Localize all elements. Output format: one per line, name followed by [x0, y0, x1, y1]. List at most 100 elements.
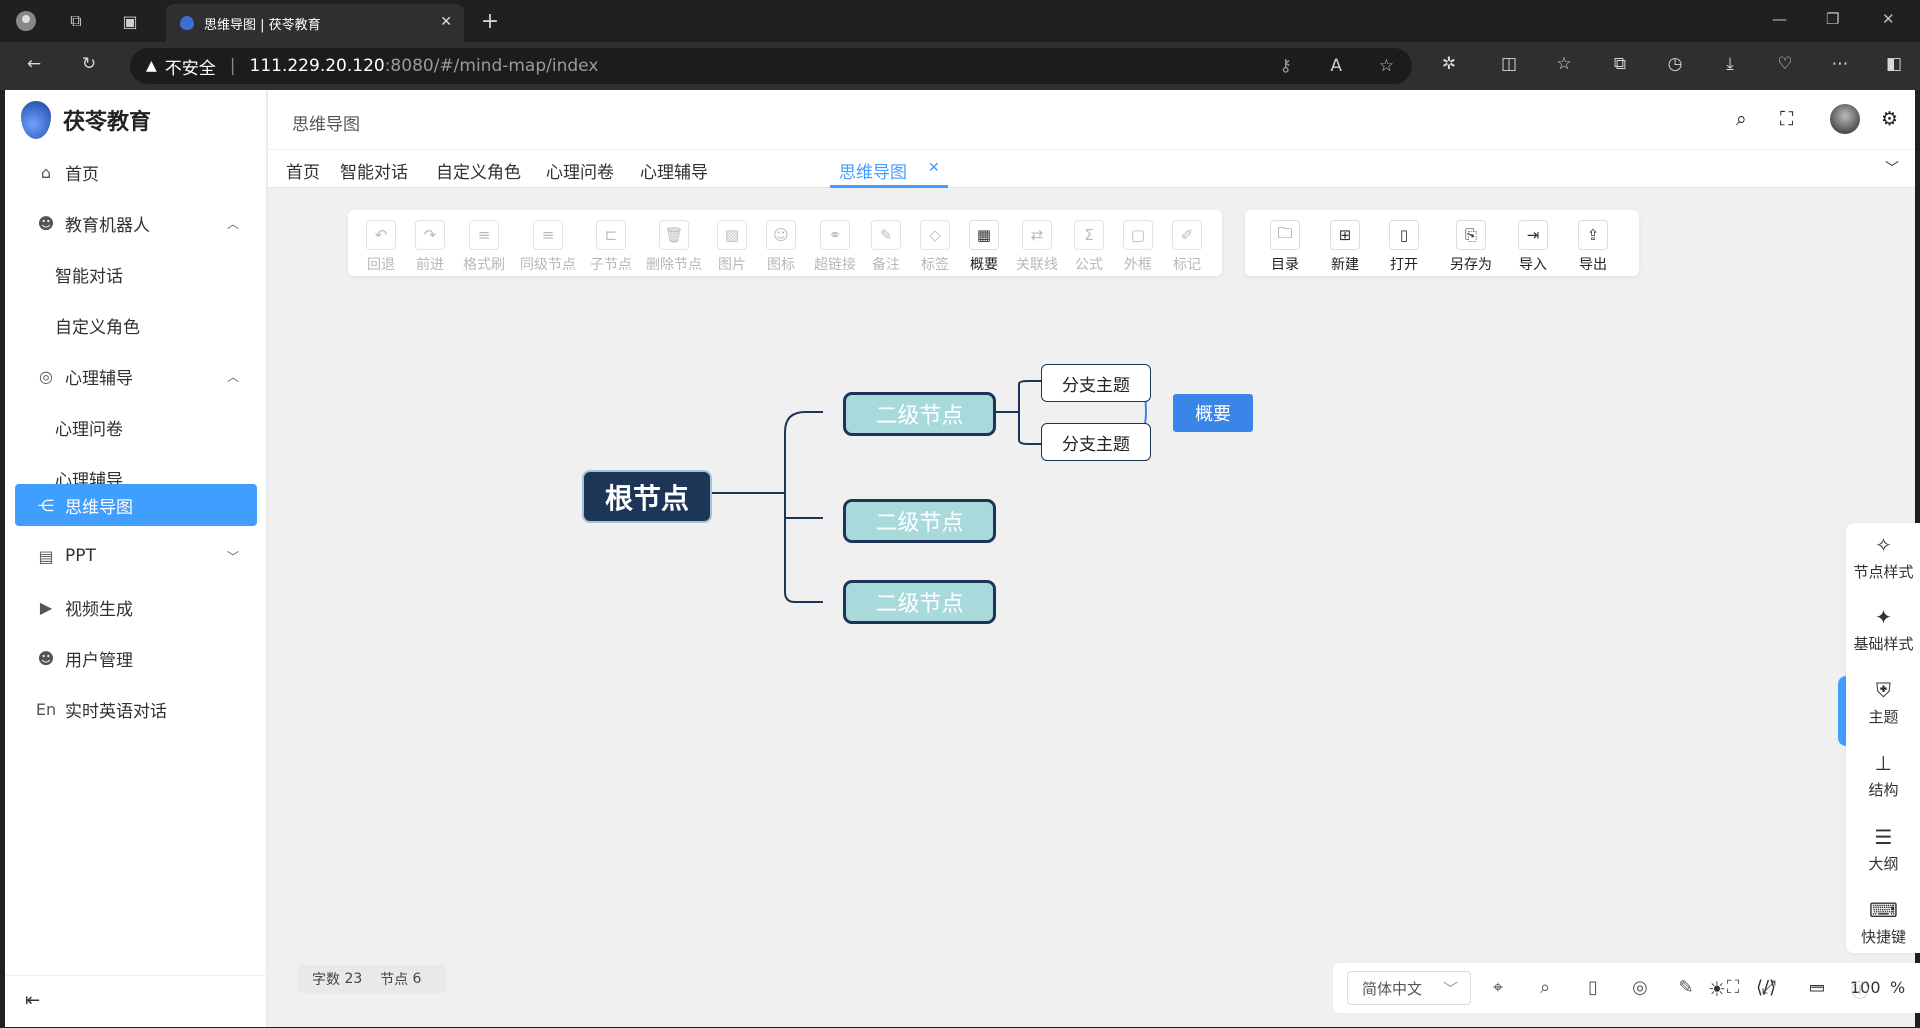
- tag-counseling[interactable]: 心理辅导: [640, 158, 708, 183]
- not-secure-label: 不安全: [164, 58, 216, 79]
- search-node-icon[interactable]: ⌕: [1533, 977, 1557, 998]
- language-value: 简体中文: [1362, 979, 1423, 998]
- tag-mindmap[interactable]: 思维导图: [839, 158, 907, 183]
- magic-wand-icon: ✦: [1875, 605, 1892, 629]
- theme-sun-icon[interactable]: ☀: [1705, 977, 1729, 1001]
- browser-essentials-icon[interactable]: ♡: [1773, 54, 1797, 74]
- browser-tab-active[interactable]: 思维导图 | 茯苓教育 ✕: [166, 4, 464, 42]
- close-tab-icon[interactable]: ✕: [440, 14, 452, 30]
- sidebar-item-ppt[interactable]: ▤ PPT ﹀: [15, 531, 257, 581]
- word-count-label: 字数: [312, 972, 340, 988]
- node-style-button[interactable]: ✧ 节点样式: [1846, 533, 1920, 582]
- structure-button[interactable]: ⊥ 结构: [1846, 751, 1920, 800]
- sidebar-item-custom-role[interactable]: 自定义角色: [15, 300, 257, 350]
- warning-icon: ▲: [146, 58, 157, 74]
- share-icon: ⋲: [38, 495, 54, 515]
- node-count-label: 节点: [380, 972, 409, 988]
- right-panel-tab[interactable]: [1838, 676, 1846, 746]
- outline-icon: ☰: [1874, 825, 1893, 849]
- presentation-icon[interactable]: ▭: [1805, 977, 1829, 998]
- bottom-toolbar: 简体中文﹀ ⌖ ⌕ ▯ ◎ ✎ ⛶ ⤢ − 100 % +: [1333, 963, 1920, 1013]
- sidebar-item-label: 心理辅导: [65, 368, 133, 389]
- browser-tab-bar: ⧉ ▣ 思维导图 | 茯苓教育 ✕ + — ❐ ✕: [0, 0, 1920, 42]
- outline-button[interactable]: ☰ 大纲: [1846, 825, 1920, 874]
- minimize-icon[interactable]: —: [1772, 10, 1787, 28]
- tags-view: 首页 智能对话 自定义角色 心理问卷 心理辅导 思维导图 ✕ ﹀: [268, 150, 1915, 188]
- sidebar-item-label: PPT: [65, 546, 96, 566]
- url-field[interactable]: ▲ 不安全 | 111.229.20.120 :8080/#/mind-map/…: [130, 48, 1412, 84]
- level2-node[interactable]: 二级节点: [843, 499, 996, 543]
- collections-icon[interactable]: ⧉: [64, 9, 88, 33]
- settings-gear-icon[interactable]: ⚙: [1881, 108, 1898, 130]
- source-code-icon[interactable]: ⟨/⟩: [1754, 977, 1778, 998]
- sidebar-item-robot[interactable]: ☻ 教育机器人 ︿: [15, 198, 257, 248]
- sidebar-item-video[interactable]: ▶ 视频生成: [15, 582, 257, 632]
- avatar[interactable]: [1830, 104, 1860, 134]
- downloads-icon[interactable]: ⤓: [1718, 54, 1742, 74]
- back-icon[interactable]: ←: [22, 54, 46, 74]
- app-root: 茯苓教育 ⌂ 首页 ☻ 教育机器人 ︿ 智能对话 自定义角色 ◎ 心理辅导 ︿ 心理问卷 …: [5, 90, 1920, 1027]
- sidebar-item-home[interactable]: ⌂ 首页: [15, 147, 257, 197]
- sidebar-item-label: 用户管理: [65, 650, 133, 671]
- search-icon[interactable]: ⌕: [1736, 108, 1747, 130]
- mindmap-canvas[interactable]: ↶ 回退 ↷ 前进 ≡ 格式刷 ≡ 同级节点 ⊏ 子节点 🗑 删除节点 ▨ 图片 ☺ 图标 ⚭ 超…: [268, 188, 1920, 1027]
- more-menu-icon[interactable]: ⋯: [1828, 54, 1852, 74]
- logo-drop-icon: [21, 101, 51, 139]
- theme-button[interactable]: ⛨ 主题: [1846, 678, 1920, 727]
- url-host: 111.229.20.120: [249, 56, 385, 76]
- mindmap-connectors: [712, 364, 1147, 603]
- tag-home[interactable]: 首页: [286, 158, 320, 183]
- language-select[interactable]: 简体中文 ﹀: [1347, 971, 1471, 1005]
- logo[interactable]: 茯苓教育: [21, 100, 151, 140]
- sidebar-item-questionnaire[interactable]: 心理问卷: [15, 402, 257, 452]
- branch-node[interactable]: 分支主题: [1041, 423, 1151, 461]
- close-tag-icon[interactable]: ✕: [928, 160, 940, 176]
- collapse-menu-icon[interactable]: ⇤: [25, 990, 40, 1011]
- chevron-up-icon: ︿: [226, 369, 239, 384]
- restore-icon[interactable]: ❐: [1826, 10, 1839, 28]
- tag-custom-role[interactable]: 自定义角色: [436, 158, 521, 183]
- tags-more-chevron-icon[interactable]: ﹀: [1885, 158, 1899, 178]
- read-aloud-icon[interactable]: A: [1330, 56, 1342, 76]
- right-panel: ✧ 节点样式 ✦ 基础样式 ⛨ 主题 ⊥ 结构 ☰ 大纲 ⌨ 快捷键: [1846, 523, 1920, 953]
- new-tab-icon[interactable]: +: [478, 9, 502, 34]
- summary-node[interactable]: 概要: [1173, 394, 1253, 432]
- navigator-icon[interactable]: ◎: [1628, 977, 1652, 998]
- extensions-icon[interactable]: ✲: [1437, 54, 1461, 74]
- collections-toolbar-icon[interactable]: ⧉: [1608, 54, 1632, 74]
- favorites-icon[interactable]: ☆: [1552, 54, 1576, 74]
- profile-icon[interactable]: [14, 9, 38, 33]
- sidebar-item-label: 视频生成: [65, 599, 133, 620]
- sidebar-item-chat[interactable]: 智能对话: [15, 249, 257, 299]
- video-icon: ▶: [39, 597, 53, 617]
- sidebar-item-label: 自定义角色: [55, 317, 140, 338]
- sidebar-item-counseling[interactable]: ◎ 心理辅导 ︿: [15, 351, 257, 401]
- tab-actions-icon[interactable]: ▣: [118, 9, 142, 33]
- level2-node[interactable]: 二级节点: [843, 392, 996, 436]
- base-style-button[interactable]: ✦ 基础样式: [1846, 605, 1920, 654]
- sidebar-toggle-icon[interactable]: ◧: [1882, 54, 1906, 74]
- refresh-icon[interactable]: ↻: [77, 54, 101, 74]
- level2-node[interactable]: 二级节点: [843, 580, 996, 624]
- info-icon[interactable]: ⓘ: [1848, 977, 1872, 1003]
- sidebar-item-users[interactable]: ☻ 用户管理: [15, 633, 257, 683]
- sidebar-item-english[interactable]: En 实时英语对话: [15, 684, 257, 734]
- branch-node[interactable]: 分支主题: [1041, 364, 1151, 402]
- root-node[interactable]: 根节点: [582, 470, 712, 523]
- tag-chat[interactable]: 智能对话: [340, 158, 408, 183]
- split-screen-icon[interactable]: ◫: [1497, 54, 1521, 74]
- key-icon[interactable]: ⚷: [1280, 56, 1292, 76]
- sidebar-item-mindmap[interactable]: ⋲ 思维导图: [15, 484, 257, 526]
- close-window-icon[interactable]: ✕: [1882, 10, 1895, 28]
- shortcut-button[interactable]: ⌨ 快捷键: [1846, 898, 1920, 947]
- locate-icon[interactable]: ⌖: [1486, 977, 1510, 998]
- tag-questionnaire[interactable]: 心理问卷: [546, 158, 614, 183]
- edit-icon[interactable]: ✎: [1674, 977, 1698, 998]
- favorite-star-icon[interactable]: ☆: [1379, 56, 1394, 76]
- home-icon: ⌂: [40, 162, 52, 182]
- mouse-icon[interactable]: ▯: [1581, 977, 1605, 998]
- history-icon[interactable]: ◷: [1663, 54, 1687, 74]
- breadcrumb: 思维导图: [292, 115, 360, 135]
- sidebar-item-label: 实时英语对话: [65, 701, 167, 722]
- fullscreen-icon[interactable]: ⛶: [1780, 108, 1793, 130]
